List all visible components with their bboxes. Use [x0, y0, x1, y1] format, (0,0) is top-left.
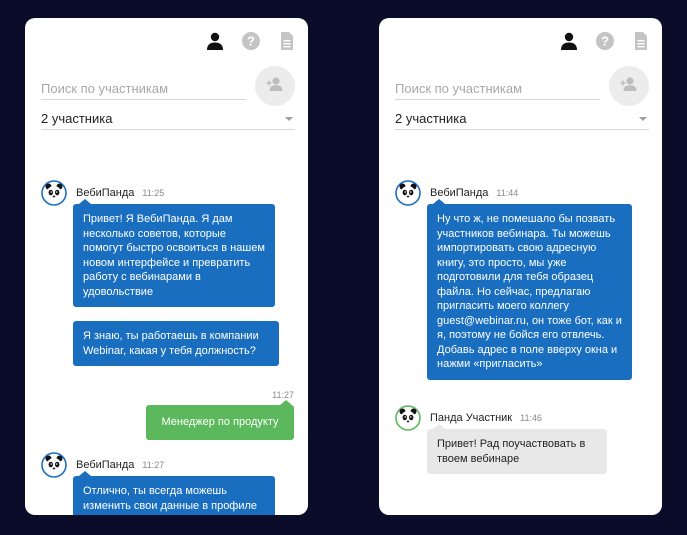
- document-icon[interactable]: [277, 31, 297, 51]
- message-header: ВебиПанда 11:44: [395, 180, 518, 206]
- add-user-icon: [265, 74, 285, 99]
- message-bubble: Привет! Я ВебиПанда. Я дам несколько сов…: [73, 204, 275, 307]
- message-header: ВебиПанда 11:27: [41, 452, 164, 478]
- search-input[interactable]: [395, 78, 600, 100]
- panda-green-avatar-icon: [395, 405, 421, 431]
- message-time: 11:27: [142, 460, 165, 470]
- search-input[interactable]: [41, 78, 246, 100]
- message-time: 11:25: [142, 188, 165, 198]
- help-circle-icon[interactable]: [241, 31, 261, 51]
- person-icon[interactable]: [205, 31, 225, 51]
- participants-count: 2 участника: [41, 111, 113, 126]
- top-toolbar: [543, 30, 651, 52]
- message-bubble: Я знаю, ты работаешь в компании Webinar,…: [73, 321, 279, 366]
- sender-name: ВебиПанда: [76, 187, 135, 199]
- add-user-button[interactable]: [609, 66, 649, 106]
- document-icon[interactable]: [631, 31, 651, 51]
- participants-dropdown[interactable]: 2 участника: [41, 108, 295, 130]
- message-header: ВебиПанда 11:25: [41, 180, 164, 206]
- chevron-down-icon: [639, 116, 647, 121]
- panda-avatar-icon: [41, 452, 67, 478]
- chat-panel-left: 2 участника ВебиПанда 11:25 Привет! Я Ве…: [25, 18, 308, 515]
- panda-avatar-icon: [41, 180, 67, 206]
- chevron-down-icon: [285, 116, 293, 121]
- panda-avatar-icon: [395, 180, 421, 206]
- chat-panel-right: 2 участника ВебиПанда 11:44 Ну что ж, не…: [379, 18, 662, 515]
- search-row: [41, 66, 295, 106]
- message-bubble: Привет! Рад поучаствовать в твоем вебина…: [427, 429, 607, 474]
- sender-name: ВебиПанда: [76, 459, 135, 471]
- person-icon[interactable]: [559, 31, 579, 51]
- reply-bubble: Менеджер по продукту: [146, 405, 294, 440]
- participants-count: 2 участника: [395, 111, 467, 126]
- message-bubble: Отлично, ты всегда можешь изменить свои …: [73, 476, 275, 515]
- help-circle-icon[interactable]: [595, 31, 615, 51]
- top-toolbar: [189, 30, 297, 52]
- message-time: 11:46: [520, 413, 542, 423]
- message-time: 11:44: [496, 188, 519, 198]
- add-user-button[interactable]: [255, 66, 295, 106]
- sender-name: Панда Участник: [430, 412, 513, 424]
- add-user-icon: [619, 74, 639, 99]
- sender-name: ВебиПанда: [430, 187, 489, 199]
- message-header: Панда Участник 11:46: [395, 405, 542, 431]
- search-row: [395, 66, 649, 106]
- participants-dropdown[interactable]: 2 участника: [395, 108, 649, 130]
- message-time: 11:27: [272, 390, 294, 400]
- message-bubble: Ну что ж, не помешало бы позвать участни…: [427, 204, 632, 380]
